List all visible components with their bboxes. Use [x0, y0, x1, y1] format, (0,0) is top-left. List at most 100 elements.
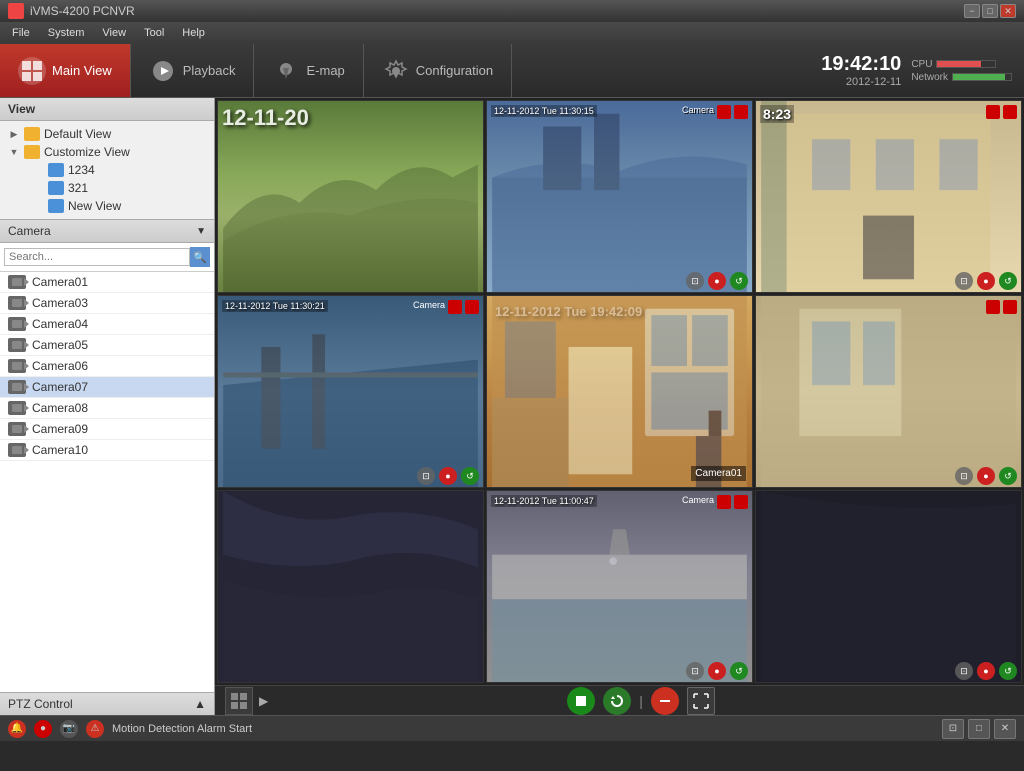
alarm-button[interactable] [651, 687, 679, 715]
search-input[interactable] [4, 248, 190, 266]
maximize-button[interactable]: □ [982, 4, 998, 18]
fullscreen-button[interactable] [687, 687, 715, 715]
tab-playback[interactable]: Playback [131, 44, 255, 97]
tab-main-view[interactable]: Main View [0, 44, 131, 97]
refresh-button[interactable] [603, 687, 631, 715]
network-label: Network [911, 72, 948, 83]
tree-item-321[interactable]: 321 [20, 179, 214, 197]
menu-tool[interactable]: Tool [136, 25, 172, 41]
cell8-stop-btn[interactable]: ● [708, 662, 726, 680]
cell6-alert2 [1003, 300, 1017, 314]
video-cell-8[interactable]: 12-11-2012 Tue 11:00:47 Camera ⊡ ● [486, 490, 753, 683]
bottom-left-controls: ▶ [225, 687, 268, 715]
cell3-stop-btn[interactable]: ● [977, 272, 995, 290]
cell6-stop-btn[interactable]: ● [977, 467, 995, 485]
search-button[interactable]: 🔍 [190, 247, 210, 267]
cell3-controls: ⊡ ● ↺ [955, 272, 1017, 290]
expander-icon: ▶ [8, 128, 20, 140]
tree-item-new-view[interactable]: New View [20, 197, 214, 215]
customize-view-label: Customize View [44, 145, 130, 159]
status-left: 🔔 ● 📷 ⚠ Motion Detection Alarm Start [8, 720, 252, 738]
cell9-play-btn[interactable]: ↺ [999, 662, 1017, 680]
cell9-snapshot-btn[interactable]: ⊡ [955, 662, 973, 680]
cell4-snapshot-btn[interactable]: ⊡ [417, 467, 435, 485]
view-section-title: View [0, 98, 214, 121]
camera-item-08[interactable]: Camera08 [0, 398, 214, 419]
close-button[interactable]: ✕ [1000, 4, 1016, 18]
video-grid: 12-11-20 12-11-2012 Tue 11:30:15 Camera … [215, 98, 1024, 685]
camera-icon-05 [8, 338, 26, 352]
stop-all-button[interactable] [567, 687, 595, 715]
video-area: 12-11-20 12-11-2012 Tue 11:30:15 Camera … [215, 98, 1024, 715]
video-cell-1[interactable]: 12-11-20 [217, 100, 484, 293]
camera-icon-01 [8, 275, 26, 289]
menubar: File System View Tool Help [0, 22, 1024, 44]
minimize-button[interactable]: − [964, 4, 980, 18]
status-btn-1[interactable]: ⊡ [942, 719, 964, 739]
cell2-snapshot-btn[interactable]: ⊡ [686, 272, 704, 290]
tree-item-default-view[interactable]: ▶ Default View [0, 125, 214, 143]
bottom-center-controls: | [567, 687, 715, 715]
camera-item-09[interactable]: Camera09 [0, 419, 214, 440]
camera-item-03[interactable]: Camera03 [0, 293, 214, 314]
layout-button[interactable] [225, 687, 253, 715]
camera-08-label: Camera08 [32, 401, 88, 415]
camera-item-04[interactable]: Camera04 [0, 314, 214, 335]
alarm-status-icon: 🔔 [8, 720, 26, 738]
titlebar: iVMS-4200 PCNVR − □ ✕ [0, 0, 1024, 22]
layout-arrow-icon[interactable]: ▶ [259, 694, 268, 708]
cell9-controls: ⊡ ● ↺ [955, 662, 1017, 680]
cell8-snapshot-btn[interactable]: ⊡ [686, 662, 704, 680]
cell8-play-btn[interactable]: ↺ [730, 662, 748, 680]
tree-item-1234[interactable]: 1234 [20, 161, 214, 179]
cell6-alert1 [986, 300, 1000, 314]
cell3-alert-icon [986, 105, 1000, 119]
video-cell-4[interactable]: 12-11-2012 Tue 11:30:21 Camera ⊡ ● ↺ [217, 295, 484, 488]
video-cell-2[interactable]: 12-11-2012 Tue 11:30:15 Camera ⊡ ● ↺ [486, 100, 753, 293]
cell3-snapshot-btn[interactable]: ⊡ [955, 272, 973, 290]
menu-file[interactable]: File [4, 25, 38, 41]
cell2-alert-icon2 [734, 105, 748, 119]
cell3-play-btn[interactable]: ↺ [999, 272, 1017, 290]
folder-icon [24, 127, 40, 141]
video-cell-9[interactable]: ⊡ ● ↺ [755, 490, 1022, 683]
menu-help[interactable]: Help [174, 25, 213, 41]
tab-emap[interactable]: E-map [254, 44, 363, 97]
camera-item-01[interactable]: Camera01 [0, 272, 214, 293]
status-btn-3[interactable]: ✕ [994, 719, 1016, 739]
menu-view[interactable]: View [94, 25, 134, 41]
cell4-stop-btn[interactable]: ● [439, 467, 457, 485]
camera-section-header[interactable]: Camera ▼ [0, 219, 214, 243]
camera-item-05[interactable]: Camera05 [0, 335, 214, 356]
camera-item-06[interactable]: Camera06 [0, 356, 214, 377]
camera-item-07[interactable]: Camera07 [0, 377, 214, 398]
cell2-controls: ⊡ ● ↺ [686, 272, 748, 290]
ptz-section-header[interactable]: PTZ Control ▲ [0, 692, 214, 715]
tree-item-customize-view[interactable]: ▼ Customize View [0, 143, 214, 161]
tab-configuration[interactable]: Configuration [364, 44, 512, 97]
cpu-network-display: CPU Network [911, 59, 1012, 83]
cell2-stop-btn[interactable]: ● [708, 272, 726, 290]
menu-system[interactable]: System [40, 25, 93, 41]
camera-icon-07 [8, 380, 26, 394]
cell6-play-btn[interactable]: ↺ [999, 467, 1017, 485]
cell2-play-btn[interactable]: ↺ [730, 272, 748, 290]
cell6-snapshot-btn[interactable]: ⊡ [955, 467, 973, 485]
clock-date: 2012-12-11 [821, 76, 901, 88]
title-bar-text: iVMS-4200 PCNVR [30, 4, 135, 18]
cell2-timestamp: 12-11-2012 Tue 11:30:15 [491, 105, 597, 117]
camera-06-label: Camera06 [32, 359, 88, 373]
cell9-stop-btn[interactable]: ● [977, 662, 995, 680]
cell4-play-btn[interactable]: ↺ [461, 467, 479, 485]
video-cell-7[interactable] [217, 490, 484, 683]
video-cell-5[interactable]: 12-11-2012 Tue 19:42:09 Camera01 [486, 295, 753, 488]
camera-item-10[interactable]: Camera10 [0, 440, 214, 461]
cell8-timestamp: 12-11-2012 Tue 11:00:47 [491, 495, 597, 507]
camera-05-label: Camera05 [32, 338, 88, 352]
camera-03-label: Camera03 [32, 296, 88, 310]
playback-icon [149, 57, 177, 85]
video-cell-6[interactable]: ⊡ ● ↺ [755, 295, 1022, 488]
status-btn-2[interactable]: □ [968, 719, 990, 739]
cell8-controls: ⊡ ● ↺ [686, 662, 748, 680]
video-cell-3[interactable]: 8:23 ⊡ ● ↺ [755, 100, 1022, 293]
